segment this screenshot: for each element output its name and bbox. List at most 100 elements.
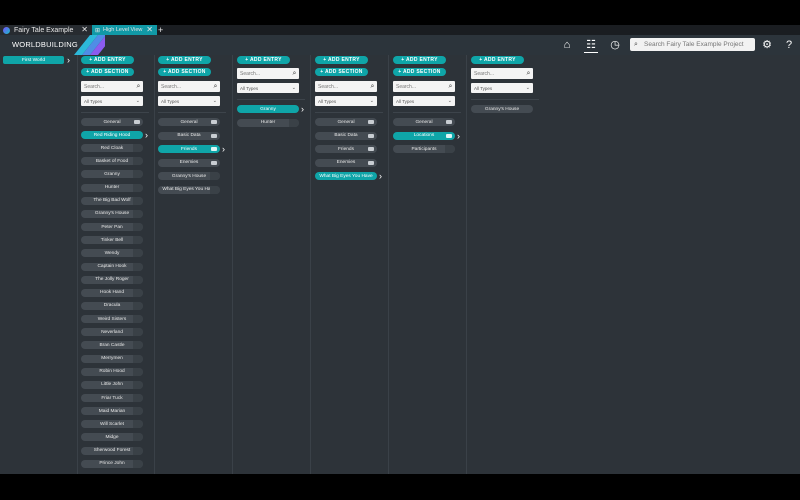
add-tab-button[interactable]: +	[158, 25, 163, 35]
entry-item[interactable]: Granny's House	[81, 209, 143, 218]
add-section-button[interactable]: + ADD SECTION	[158, 68, 211, 76]
hierarchy-view-icon[interactable]: ☷	[584, 38, 598, 53]
type-filter-select[interactable]: All Types ⌄	[393, 96, 455, 106]
section-item-label: Basic Data	[334, 133, 358, 138]
entry-item[interactable]: The Big Bad Wolf	[81, 196, 143, 205]
entry-item-label: Tinker Bell	[100, 237, 124, 243]
project-search[interactable]: ⌕	[630, 38, 755, 51]
section-item[interactable]: Granny's House	[158, 172, 220, 180]
entry-item[interactable]: Maid Marian	[81, 407, 143, 416]
entry-item[interactable]: Wendy	[81, 249, 143, 258]
add-section-button[interactable]: + ADD SECTION	[315, 68, 368, 76]
type-filter-select[interactable]: All Types ⌄	[237, 83, 299, 93]
section-item[interactable]: Enemies	[315, 158, 377, 167]
section-item[interactable]: Participants	[393, 145, 455, 153]
type-filter-select[interactable]: All Types ⌄	[158, 96, 220, 106]
add-entry-button[interactable]: + ADD ENTRY	[237, 56, 290, 64]
section-item[interactable]: General	[393, 118, 455, 126]
tab-high-level-view[interactable]: ⊞ High Level View ✕	[92, 25, 157, 35]
section-item[interactable]: General	[158, 118, 220, 126]
help-icon[interactable]: ?	[782, 38, 796, 52]
entry-item[interactable]: Merrymen	[81, 354, 143, 363]
entry-item[interactable]: Red Riding Hood	[81, 131, 143, 139]
entry-item[interactable]: Peter Pan	[81, 223, 143, 232]
section-item[interactable]: Basic Data	[315, 131, 377, 140]
project-search-input[interactable]	[642, 40, 751, 49]
close-icon[interactable]: ✕	[81, 25, 88, 35]
entry-tab-end	[133, 157, 143, 166]
entry-item[interactable]: Tinker Bell	[81, 236, 143, 245]
section-item[interactable]: Friends	[315, 145, 377, 153]
entry-item[interactable]: Weird Sisters	[81, 315, 143, 324]
search-icon: ⌕	[370, 82, 375, 90]
add-entry-button[interactable]: + ADD ENTRY	[471, 56, 524, 64]
section-icon	[211, 160, 217, 165]
section-item[interactable]: Enemies	[158, 158, 220, 167]
search-placeholder: Search...	[474, 70, 495, 77]
entry-item[interactable]: Hook Hand	[81, 288, 143, 297]
section-item[interactable]: Basic Data	[158, 131, 220, 140]
entry-item[interactable]: Captain Hook	[81, 262, 143, 271]
entry-tab-end	[133, 236, 143, 245]
friend-item[interactable]: Hunter	[237, 118, 299, 127]
gear-icon[interactable]: ⚙	[760, 38, 774, 52]
entry-tab-end	[210, 185, 220, 194]
entry-item[interactable]: Bran Castle	[81, 341, 143, 350]
type-filter-select[interactable]: All Types ⌄	[81, 96, 143, 106]
tab-fairy-tale-example[interactable]: Fairy Tale Example ✕	[0, 25, 92, 35]
entry-item[interactable]: Hunter	[81, 183, 143, 192]
world-item[interactable]: First World	[3, 56, 64, 64]
location-item-label: Granny's House	[484, 106, 520, 112]
add-entry-button[interactable]: + ADD ENTRY	[393, 56, 446, 64]
friend-item-label: Granny	[260, 106, 276, 112]
entry-item[interactable]: Robin Hood	[81, 367, 143, 376]
entry-item-label: Peter Pan	[101, 224, 123, 230]
entry-tab-end	[133, 249, 143, 258]
type-filter-value: All Types	[161, 98, 180, 104]
section-item[interactable]: Friends	[158, 145, 220, 153]
type-filter-select[interactable]: All Types ⌄	[315, 96, 377, 106]
section-item[interactable]: What Big Eyes You Have	[315, 172, 377, 180]
entry-item[interactable]: Sherwood Forest	[81, 446, 143, 455]
entry-item[interactable]: Granny	[81, 170, 143, 179]
add-section-button[interactable]: + ADD SECTION	[393, 68, 446, 76]
home-icon[interactable]: ⌂	[560, 38, 574, 52]
section-item[interactable]: What Big Eyes You Have	[158, 185, 220, 194]
section-general[interactable]: General	[81, 118, 143, 126]
entry-item[interactable]: Dracula	[81, 301, 143, 310]
chevron-down-icon: ⌄	[369, 98, 374, 104]
location-item[interactable]: Granny's House	[471, 105, 533, 113]
entry-item[interactable]: The Jolly Roger	[81, 275, 143, 284]
search-input[interactable]: Search... ⌕	[393, 81, 455, 92]
entry-item[interactable]: Midge	[81, 433, 143, 442]
entry-item[interactable]: Little John	[81, 380, 143, 389]
column-locations: + ADD ENTRY Search... ⌕ All Types ⌄ Granny…	[466, 55, 544, 474]
close-icon[interactable]: ✕	[146, 25, 153, 35]
type-filter-value: All Types	[396, 98, 415, 104]
entry-item[interactable]: Will Scarlet	[81, 420, 143, 429]
section-item[interactable]: Locations	[393, 131, 455, 140]
search-input[interactable]: Search... ⌕	[81, 81, 143, 92]
search-icon: ⌕	[213, 82, 218, 90]
app-header: WORLDBUILDING ⌂ ☷ ◷ ⌕ ⚙ ?	[0, 35, 800, 55]
entry-item[interactable]: Friar Tuck	[81, 394, 143, 402]
add-entry-button[interactable]: + ADD ENTRY	[315, 56, 368, 64]
search-input[interactable]: Search... ⌕	[158, 81, 220, 92]
entry-tab-end	[133, 459, 143, 468]
chevron-right-icon: ›	[379, 171, 382, 181]
entry-item[interactable]: Prince John	[81, 459, 143, 468]
search-input[interactable]: Search... ⌕	[315, 81, 377, 92]
section-item[interactable]: General	[315, 118, 377, 126]
entry-item[interactable]: Red Cloak	[81, 144, 143, 153]
add-section-button[interactable]: + ADD SECTION	[81, 68, 134, 76]
add-entry-button[interactable]: + ADD ENTRY	[81, 56, 134, 64]
entry-item[interactable]: Neverland	[81, 328, 143, 337]
add-entry-button[interactable]: + ADD ENTRY	[158, 56, 211, 64]
friend-item[interactable]: Granny	[237, 105, 299, 113]
clock-icon[interactable]: ◷	[608, 38, 622, 52]
search-input[interactable]: Search... ⌕	[471, 68, 533, 79]
entry-item-label: Neverland	[101, 329, 123, 335]
search-input[interactable]: Search... ⌕	[237, 68, 299, 79]
entry-item[interactable]: Basket of Food	[81, 157, 143, 166]
type-filter-select[interactable]: All Types ⌄	[471, 83, 533, 93]
